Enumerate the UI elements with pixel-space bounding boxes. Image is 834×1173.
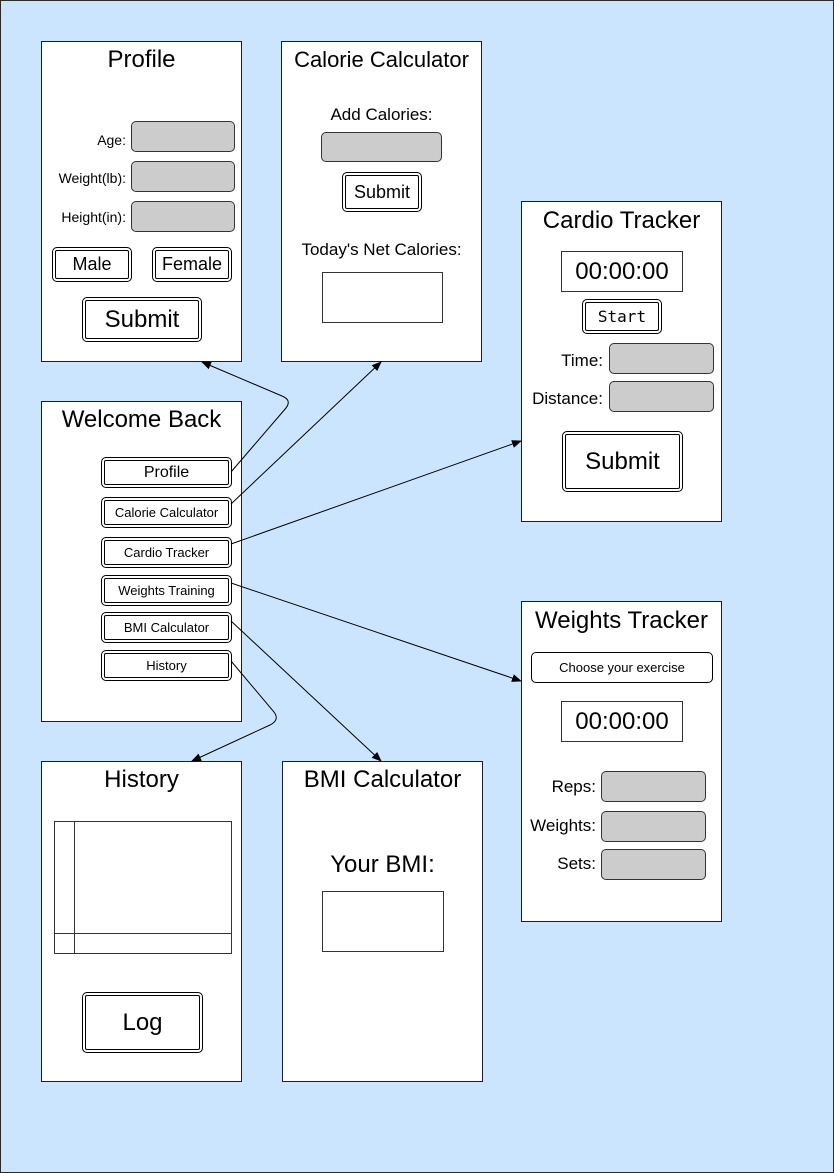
add-calories-label: Add Calories: [330,105,433,124]
weight-input[interactable] [131,161,235,192]
history-table [54,821,232,954]
add-calories-input[interactable] [321,132,442,162]
profile-title: Profile [107,46,176,73]
reps-input[interactable] [601,771,706,802]
menu-bmi-calculator-button[interactable]: BMI Calculator [101,612,232,643]
bmi-calculator-title: BMI Calculator [303,766,462,793]
weights-label: Weights: [530,816,596,835]
weights-tracker-title: Weights Tracker [535,607,708,634]
male-button[interactable]: Male [52,247,132,282]
history-title: History [104,766,179,793]
menu-profile-button[interactable]: Profile [101,457,232,488]
age-label: Age: [97,132,126,148]
weights-input[interactable] [601,811,706,842]
time-input[interactable] [609,343,714,374]
welcome-title: Welcome Back [61,406,222,433]
bmi-calculator-screen: BMI Calculator Your BMI: [282,761,483,1082]
age-input[interactable] [131,121,235,152]
history-table-row-divider [55,933,231,934]
height-label: Height(in): [61,209,126,225]
history-screen: History Log [41,761,242,1082]
distance-label: Distance: [532,389,603,408]
menu-calorie-calculator-button[interactable]: Calorie Calculator [101,497,232,528]
time-label: Time: [561,351,603,370]
choose-exercise-button[interactable]: Choose your exercise [531,652,713,683]
weights-timer-display: 00:00:00 [561,701,683,742]
profile-submit-button[interactable]: Submit [82,297,202,342]
cardio-tracker-title: Cardio Tracker [542,207,701,234]
calorie-submit-button[interactable]: Submit [342,172,422,212]
bmi-result-display [322,891,444,952]
weight-label: Weight(lb): [58,170,126,186]
net-calories-display [322,272,443,323]
sets-label: Sets: [557,854,596,873]
menu-history-button[interactable]: History [101,650,232,681]
weights-tracker-screen: Weights Tracker Choose your exercise 00:… [521,601,722,922]
female-button[interactable]: Female [152,247,232,282]
calorie-calculator-title: Calorie Calculator [294,47,469,72]
net-calories-label: Today's Net Calories: [301,240,462,259]
calorie-calculator-screen: Calorie Calculator Add Calories: Submit … [281,41,482,362]
cardio-submit-button[interactable]: Submit [562,431,683,492]
profile-screen: Profile Age: Weight(lb): Height(in): Mal… [41,41,242,362]
distance-input[interactable] [609,381,714,412]
welcome-back-screen: Welcome Back Profile Calorie Calculator … [41,401,242,722]
reps-label: Reps: [551,777,596,796]
cardio-timer-display: 00:00:00 [561,251,683,292]
history-log-button[interactable]: Log [82,992,203,1053]
your-bmi-label: Your BMI: [330,851,435,878]
cardio-tracker-screen: Cardio Tracker 00:00:00 Start Time: Dist… [521,201,722,522]
cardio-start-button[interactable]: Start [582,299,662,334]
sets-input[interactable] [601,849,706,880]
height-input[interactable] [131,201,235,232]
menu-cardio-tracker-button[interactable]: Cardio Tracker [101,537,232,568]
menu-weights-training-button[interactable]: Weights Training [101,575,232,606]
